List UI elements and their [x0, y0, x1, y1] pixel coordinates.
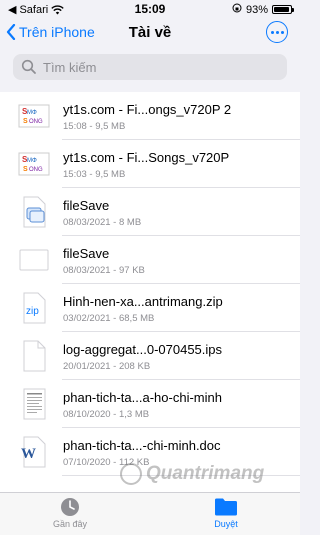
- file-name: phan-tich-ta...-chi-minh.doc: [63, 438, 221, 453]
- svg-text:ONG: ONG: [29, 167, 43, 173]
- dot: [275, 30, 279, 34]
- file-name: Hinh-nen-xa...antrimang.zip: [63, 294, 223, 309]
- watermark: Quantrimang: [120, 463, 264, 485]
- folder-icon: [215, 498, 237, 516]
- file-row[interactable]: zip Hinh-nen-xa...antrimang.zip 03/02/2021…: [0, 284, 300, 332]
- svg-text:S: S: [23, 166, 28, 173]
- battery-icon: [272, 5, 294, 14]
- search-input[interactable]: Tìm kiếm: [13, 54, 287, 80]
- svg-text:ΜΦ: ΜΦ: [27, 110, 37, 116]
- clock-icon: [61, 498, 79, 516]
- file-name: yt1s.com - Fi...ongs_v720P 2: [63, 102, 232, 117]
- file-row[interactable]: fileSave 08/03/2021 - 8 MB: [0, 188, 300, 236]
- zip-file-icon: zip: [18, 292, 50, 324]
- tab-browse[interactable]: Duyệt: [176, 497, 276, 529]
- status-right: 93%: [232, 3, 294, 16]
- file-name: fileSave: [63, 198, 110, 213]
- file-row[interactable]: S ΜΦ S ONG yt1s.com - Fi...Songs_v720P 15:03 …: [0, 140, 300, 188]
- dot: [270, 30, 274, 34]
- watermark-logo-icon: [120, 463, 142, 485]
- file-name: log-aggregat...0-070455.ips: [63, 342, 223, 357]
- file-meta: 08/10/2020 - 1,3 MB: [63, 409, 150, 420]
- file-name: phan-tich-ta...a-ho-chi-minh: [63, 390, 222, 405]
- back-button[interactable]: Trên iPhone: [6, 24, 95, 40]
- tab-label: Gần đây: [52, 519, 88, 529]
- file-meta: 08/03/2021 - 97 KB: [63, 265, 145, 276]
- file-row[interactable]: fileSave 08/03/2021 - 97 KB: [0, 236, 300, 284]
- file-meta: 15:03 - 9,5 MB: [63, 169, 126, 180]
- orientation-lock-icon: [232, 3, 242, 16]
- tab-recents[interactable]: Gần đây: [20, 497, 120, 529]
- file-list: S ΜΦ S ONG yt1s.com - Fi...ongs_v720P 2 15:08…: [0, 92, 300, 492]
- battery-percent: 93%: [245, 3, 268, 16]
- file-row[interactable]: log-aggregat...0-070455.ips 20/01/2021 - …: [0, 332, 300, 380]
- svg-text:ΜΦ: ΜΦ: [27, 158, 37, 164]
- file-row[interactable]: S ΜΦ S ONG yt1s.com - Fi...ongs_v720P 2 15:08…: [0, 92, 300, 140]
- navigation-bar: Trên iPhone Tài về: [0, 18, 300, 50]
- svg-text:zip: zip: [26, 306, 39, 317]
- status-bar: ◀ Safari 15:09 93%: [0, 0, 300, 18]
- video-thumbnail-icon: S ΜΦ S ONG: [18, 148, 50, 180]
- chevron-left-icon: [6, 24, 16, 40]
- tab-label: Duyệt: [214, 519, 238, 529]
- file-save-icon: [18, 196, 50, 228]
- blank-file-icon: [18, 244, 50, 276]
- video-thumbnail-icon: S ΜΦ S ONG: [18, 100, 50, 132]
- document-icon: [18, 340, 50, 372]
- tab-bar: Gần đây Duyệt: [0, 492, 300, 535]
- more-options-button[interactable]: [266, 21, 288, 43]
- search-placeholder: Tìm kiếm: [43, 59, 97, 75]
- svg-text:S: S: [23, 118, 28, 125]
- document-preview-icon: [18, 388, 50, 420]
- file-meta: 03/02/2021 - 68,5 MB: [63, 313, 155, 324]
- back-button-label: Trên iPhone: [19, 24, 95, 40]
- svg-text:W: W: [21, 446, 36, 462]
- file-meta: 15:08 - 9,5 MB: [63, 121, 126, 132]
- watermark-text: Quantrimang: [146, 463, 265, 484]
- file-meta: 20/01/2021 - 208 KB: [63, 361, 151, 372]
- file-name: yt1s.com - Fi...Songs_v720P: [63, 150, 230, 165]
- svg-text:ONG: ONG: [29, 119, 43, 125]
- file-row[interactable]: phan-tich-ta...a-ho-chi-minh 08/10/2020 -…: [0, 380, 300, 428]
- word-document-icon: W: [18, 436, 50, 468]
- search-icon: [21, 59, 36, 74]
- dot: [280, 30, 284, 34]
- file-name: fileSave: [63, 246, 110, 261]
- file-meta: 08/03/2021 - 8 MB: [63, 217, 142, 228]
